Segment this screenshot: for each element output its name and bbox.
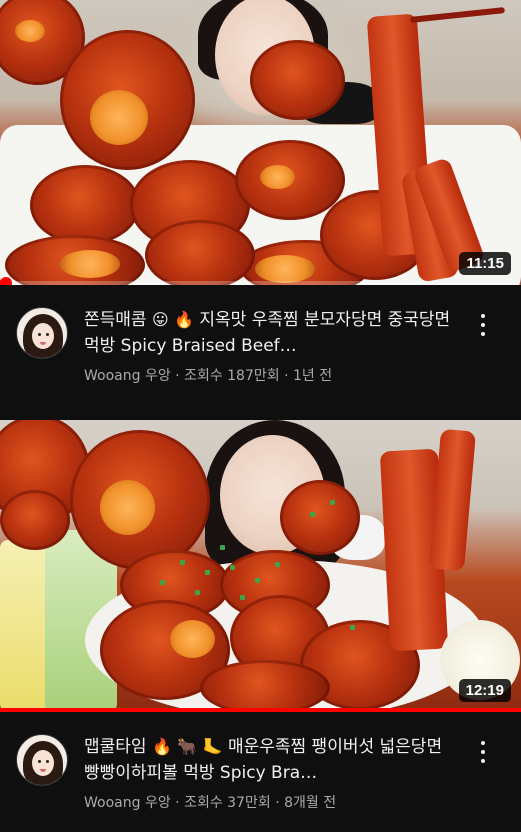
view-count: 조회수 37만회 bbox=[184, 795, 271, 811]
video-metadata: 쫀득매콤 😛 🔥 지옥맛 우족찜 분모자당면 중국당면 먹방 Spicy Bra… bbox=[0, 285, 521, 385]
video-thumbnail[interactable]: 12:19 bbox=[0, 420, 521, 712]
video-metadata: 맵쿨타임 🔥 🐂 🦶 매운우족찜 팽이버섯 넓은당면 빵빵이하피볼 먹방 Spi… bbox=[0, 712, 521, 812]
channel-avatar[interactable] bbox=[16, 734, 68, 786]
meat-piece bbox=[280, 480, 360, 555]
channel-avatar[interactable] bbox=[16, 307, 68, 359]
video-duration-badge: 11:15 bbox=[459, 252, 511, 275]
meat-piece bbox=[30, 165, 140, 245]
upload-age: 1년 전 bbox=[293, 368, 333, 384]
bone-marrow bbox=[260, 165, 295, 189]
upload-age: 8개월 전 bbox=[284, 795, 337, 811]
tongue-emoji-icon: 😛 bbox=[151, 310, 169, 329]
video-title[interactable]: 맵쿨타임 🔥 🐂 🦶 매운우족찜 팽이버섯 넓은당면 빵빵이하피볼 먹방 Spi… bbox=[84, 734, 454, 786]
video-subline: Wooang 우앙 · 조회수 187만회 · 1년 전 bbox=[84, 365, 469, 385]
fire-emoji-icon: 🔥 bbox=[174, 310, 194, 329]
bone-marrow bbox=[170, 620, 215, 658]
video-subline: Wooang 우앙 · 조회수 37만회 · 8개월 전 bbox=[84, 792, 469, 812]
meat-piece bbox=[145, 220, 255, 285]
separator: · bbox=[284, 368, 289, 384]
meat-piece bbox=[200, 660, 330, 712]
separator: · bbox=[175, 795, 180, 811]
separator: · bbox=[275, 795, 280, 811]
meat-piece bbox=[250, 40, 345, 120]
foot-emoji-icon: 🦶 bbox=[202, 737, 223, 756]
video-thumbnail[interactable]: 11:15 bbox=[0, 0, 521, 285]
separator: · bbox=[175, 368, 180, 384]
ox-emoji-icon: 🐂 bbox=[177, 737, 198, 756]
meat-piece bbox=[0, 490, 70, 550]
video-card[interactable]: 11:15 쫀득매콤 😛 🔥 지옥맛 우족찜 분모자당면 중국당면 먹방 Spi… bbox=[0, 0, 521, 385]
channel-name[interactable]: Wooang 우앙 bbox=[84, 368, 171, 384]
more-vert-icon[interactable] bbox=[473, 311, 493, 339]
bone-marrow bbox=[60, 250, 120, 278]
bone-marrow bbox=[90, 90, 148, 145]
fire-emoji-icon: 🔥 bbox=[151, 737, 172, 756]
video-title-text: 맵쿨타임 bbox=[84, 737, 147, 757]
more-vert-icon[interactable] bbox=[473, 738, 493, 766]
bone-marrow bbox=[255, 255, 315, 283]
card-divider bbox=[0, 405, 521, 420]
video-title[interactable]: 쫀득매콤 😛 🔥 지옥맛 우족찜 분모자당면 중국당면 먹방 Spicy Bra… bbox=[84, 307, 454, 359]
video-title-text: 쫀득매콤 bbox=[84, 310, 147, 330]
view-count: 조회수 187만회 bbox=[184, 368, 280, 384]
video-card[interactable]: 12:19 맵쿨타임 🔥 🐂 🦶 매운우족찜 팽이버섯 넓은당면 빵빵이하피볼 … bbox=[0, 420, 521, 812]
bone-marrow bbox=[15, 20, 45, 42]
video-duration-badge: 12:19 bbox=[458, 679, 511, 702]
channel-name[interactable]: Wooang 우앙 bbox=[84, 795, 171, 811]
progress-scrubber[interactable] bbox=[0, 277, 12, 285]
bone-marrow bbox=[100, 480, 155, 535]
